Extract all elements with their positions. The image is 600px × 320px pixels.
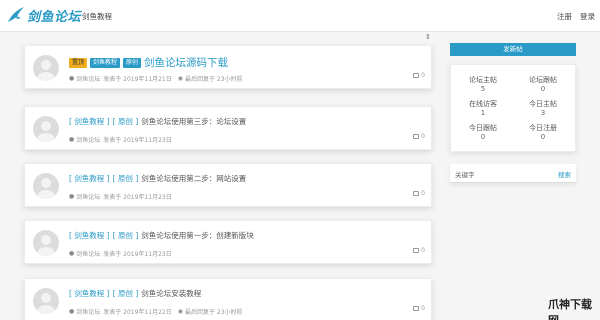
post-item[interactable]: [ 剑鱼教程 ] [ 原创 ] 剑鱼论坛使用第一步：创建新版块 ● 剑鱼论坛 发… <box>24 220 432 264</box>
forum-stats-panel: 论坛主帖 5 论坛跟帖 0 在线访客 1 今日主帖 3 今日跟帖 0 今日注册 … <box>450 64 576 152</box>
user-icon: ● <box>69 308 75 315</box>
site-logo[interactable]: 剑鱼论坛 <box>6 5 81 25</box>
board-link[interactable]: [ 剑鱼教程 ] <box>69 116 110 127</box>
search-label: 关键字 <box>455 171 475 179</box>
swordfish-logo-icon <box>8 7 24 22</box>
user-icon: ● <box>69 193 75 200</box>
last-reply: 最后回复于 23小时前 <box>184 309 243 316</box>
top-tag: 置顶 <box>69 57 88 68</box>
avatar <box>33 116 59 142</box>
post-date: 发表于 2019年11月23日 <box>103 137 172 144</box>
post-title[interactable]: 剑鱼论坛使用第一步：创建新版块 <box>141 230 254 241</box>
reply-count: 0 <box>413 190 425 197</box>
search-box: 关键字 搜索 <box>450 164 576 183</box>
reply-count: 0 <box>413 247 425 254</box>
reply-count: 0 <box>413 133 425 140</box>
comment-icon <box>413 191 420 196</box>
avatar <box>33 230 59 256</box>
post-item[interactable]: [ 剑鱼教程 ] [ 原创 ] 剑鱼论坛安装教程 ● 剑鱼论坛 发表于 2019… <box>24 278 432 320</box>
register-link[interactable]: 注册 <box>557 11 572 22</box>
reply-count: 0 <box>413 72 425 79</box>
search-input[interactable] <box>480 167 550 179</box>
eye-icon: ◉ <box>177 308 183 315</box>
board-link[interactable]: [ 剑鱼教程 ] <box>69 230 110 241</box>
post-title[interactable]: 剑鱼论坛使用第二步：网站设置 <box>141 173 246 184</box>
top-navbar: 剑鱼论坛 剑鱼教程 注册 登录 <box>0 0 600 32</box>
stat-today-threads: 今日主帖 3 <box>529 100 557 117</box>
post-title[interactable]: 剑鱼论坛安装教程 <box>141 288 201 299</box>
reply-count: 0 <box>413 305 425 312</box>
post-date: 发表于 2019年11月23日 <box>103 194 172 201</box>
eye-icon: ◉ <box>177 75 183 82</box>
avatar <box>33 173 59 199</box>
post-title[interactable]: 剑鱼论坛使用第三步：论坛设置 <box>141 116 246 127</box>
user-icon: ● <box>69 136 75 143</box>
new-post-button[interactable]: 发新帖 <box>450 43 576 56</box>
search-button[interactable]: 搜索 <box>558 169 571 179</box>
comment-icon <box>413 306 420 311</box>
board-tag[interactable]: 剑鱼教程 <box>90 57 121 68</box>
user-icon: ● <box>69 250 75 257</box>
type-link[interactable]: [ 原创 ] <box>113 116 139 127</box>
board-link[interactable]: [ 剑鱼教程 ] <box>69 288 110 299</box>
comment-icon <box>413 73 420 78</box>
avatar <box>33 55 59 81</box>
post-item[interactable]: 置顶 剑鱼教程 原创 剑鱼论坛源码下载 ● 剑鱼论坛 发表于 2019年11月2… <box>24 45 432 89</box>
post-date: 发表于 2019年11月22日 <box>103 309 172 316</box>
nav-tutorial-link[interactable]: 剑鱼教程 <box>82 11 112 22</box>
post-author[interactable]: 剑鱼论坛 <box>76 135 100 144</box>
site-logo-text: 剑鱼论坛 <box>27 9 82 25</box>
watermark: 爪神下载网 <box>548 298 592 320</box>
type-link[interactable]: [ 原创 ] <box>113 230 139 241</box>
post-date: 发表于 2019年11月21日 <box>103 76 172 83</box>
post-date: 发表于 2019年11月23日 <box>103 251 172 258</box>
comment-icon <box>413 248 420 253</box>
last-reply: 最后回复于 23小时前 <box>184 76 243 83</box>
login-link[interactable]: 登录 <box>580 11 595 22</box>
avatar <box>33 288 59 314</box>
board-link[interactable]: [ 剑鱼教程 ] <box>69 173 110 184</box>
sort-icon[interactable]: ⇕ <box>425 33 431 41</box>
post-item[interactable]: [ 剑鱼教程 ] [ 原创 ] 剑鱼论坛使用第三步：论坛设置 ● 剑鱼论坛 发表… <box>24 106 432 150</box>
comment-icon <box>413 134 420 139</box>
stat-replies: 论坛跟帖 0 <box>529 76 557 93</box>
stat-today-replies: 今日跟帖 0 <box>469 124 497 141</box>
type-link[interactable]: [ 原创 ] <box>113 173 139 184</box>
stat-today-register: 今日注册 0 <box>529 124 557 141</box>
stat-threads: 论坛主帖 5 <box>469 76 497 93</box>
post-author[interactable]: 剑鱼论坛 <box>76 307 100 316</box>
user-icon: ● <box>69 75 75 82</box>
post-author[interactable]: 剑鱼论坛 <box>76 74 100 83</box>
original-tag: 原创 <box>123 57 142 68</box>
stat-online: 在线访客 1 <box>469 100 497 117</box>
post-item[interactable]: [ 剑鱼教程 ] [ 原创 ] 剑鱼论坛使用第二步：网站设置 ● 剑鱼论坛 发表… <box>24 163 432 207</box>
post-author[interactable]: 剑鱼论坛 <box>76 249 100 258</box>
post-title[interactable]: 剑鱼论坛源码下载 <box>144 55 228 70</box>
type-link[interactable]: [ 原创 ] <box>113 288 139 299</box>
post-author[interactable]: 剑鱼论坛 <box>76 192 100 201</box>
